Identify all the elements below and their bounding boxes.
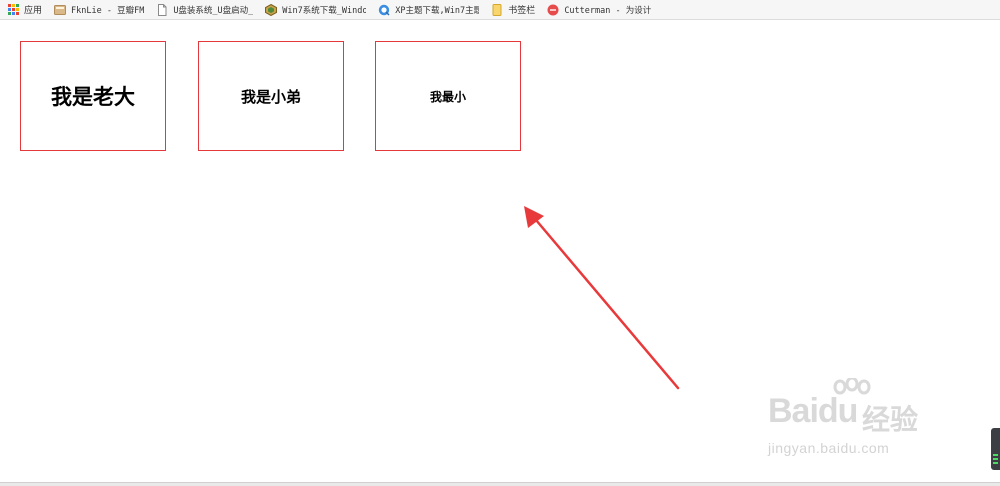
side-toolbar-widget[interactable] bbox=[991, 428, 1000, 470]
watermark-suffix: 经验 bbox=[862, 404, 919, 435]
douban-fm-icon bbox=[54, 4, 67, 16]
bookmark-folder[interactable]: 书签栏 bbox=[491, 1, 535, 19]
baidu-jingyan-watermark: Baidu 经验 jingyan.baidu.com bbox=[762, 378, 952, 468]
bookmark-label: Win7系统下载_Windo bbox=[282, 5, 367, 16]
bookmark-douban-fm[interactable]: FknLie - 豆瓣FM bbox=[54, 1, 144, 19]
bookmark-u-disk[interactable]: U盘装系统_U盘启动_ bbox=[156, 1, 253, 19]
bookmark-xp-theme[interactable]: XP主题下载,Win7主题 bbox=[378, 1, 479, 19]
apps-grid-icon bbox=[8, 4, 19, 15]
folder-icon bbox=[491, 3, 503, 16]
watermark-brand: Baidu bbox=[768, 392, 858, 430]
box-eldest: 我是老大 bbox=[20, 41, 166, 151]
bookmark-apps[interactable]: 应用 bbox=[8, 1, 42, 19]
bookmark-label: XP主题下载,Win7主题 bbox=[395, 5, 480, 16]
page-icon bbox=[156, 3, 168, 16]
box-smallest: 我最小 bbox=[375, 41, 521, 151]
bookmarks-bar: 应用 FknLie - 豆瓣FM U盘装系统_U盘启动_ Win7系统下载_Wi… bbox=[0, 0, 1000, 20]
bookmark-label: FknLie - 豆瓣FM bbox=[71, 5, 145, 16]
window-bottom-border bbox=[0, 482, 1000, 486]
bookmark-label: U盘装系统_U盘启动_ bbox=[173, 5, 254, 16]
cutterman-icon bbox=[547, 4, 559, 16]
win7-icon bbox=[265, 3, 278, 16]
watermark-url: jingyan.baidu.com bbox=[768, 440, 890, 456]
bookmark-label: Cutterman - 为设计 bbox=[564, 5, 652, 16]
bookmark-label: 书签栏 bbox=[508, 6, 536, 16]
bookmark-cutterman[interactable]: Cutterman - 为设计 bbox=[547, 1, 651, 19]
xp-theme-icon bbox=[378, 4, 390, 16]
bookmark-label: 应用 bbox=[24, 6, 43, 16]
box-younger: 我是小弟 bbox=[198, 41, 344, 151]
bookmark-win7[interactable]: Win7系统下载_Windo bbox=[265, 1, 366, 19]
